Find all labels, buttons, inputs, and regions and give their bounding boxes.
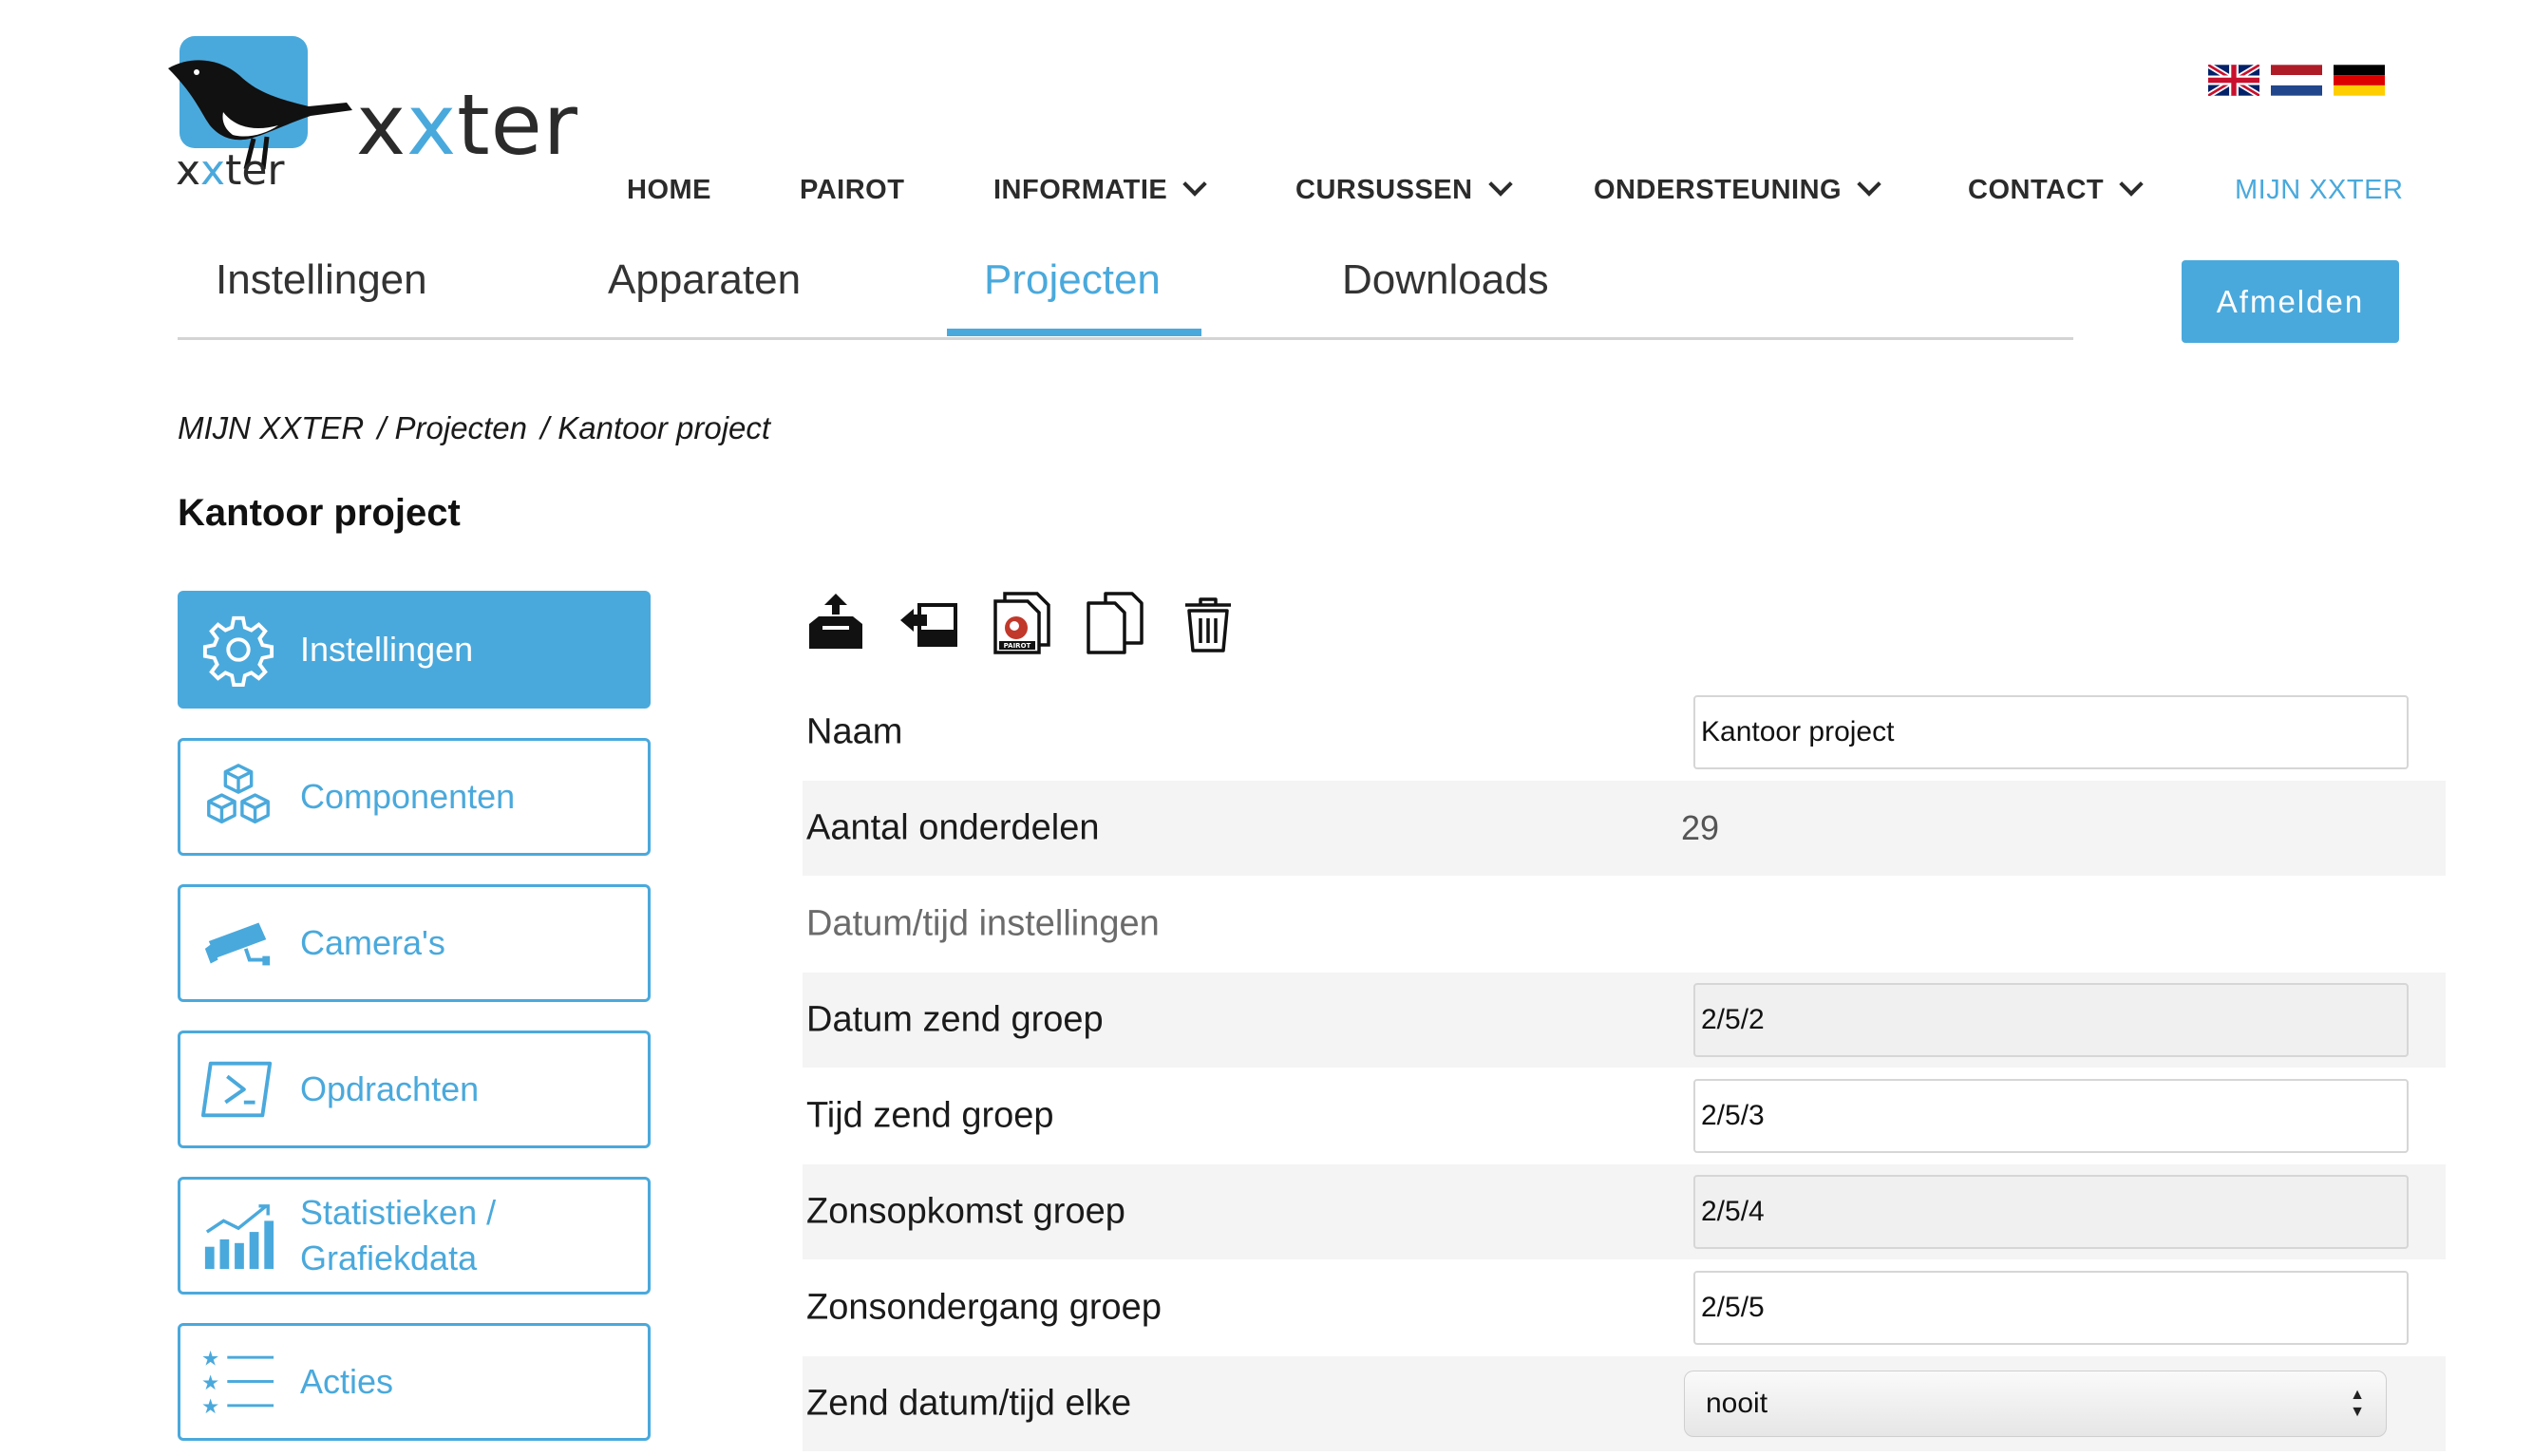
star-list-icon: ★ ★ ★ (201, 1345, 275, 1419)
tab-projecten[interactable]: Projecten (984, 256, 1161, 304)
sidebar-item-label: Statistieken / Grafiekdata (300, 1190, 496, 1281)
sidebar-item-label: Componenten (300, 777, 516, 816)
nav-pairot-label: PAIROT (800, 175, 905, 205)
account-tabs: Instellingen Apparaten Projecten Downloa… (178, 237, 2073, 340)
netherlands-flag-icon[interactable] (2271, 65, 2322, 96)
tab-instellingen[interactable]: Instellingen (216, 256, 427, 304)
sidebar-item-label: Instellingen (300, 630, 474, 669)
terminal-icon (201, 1052, 275, 1126)
nav-mijn-xxter-label: MIJN XXTER (2235, 175, 2404, 205)
sidebar-item-label: Camera's (300, 923, 445, 962)
nav-informatie[interactable]: INFORMATIE (993, 172, 1208, 206)
pairot-badge-label: PAIROT (1004, 642, 1031, 650)
naam-label: Naam (806, 711, 903, 752)
xxter-logo[interactable]: xxter xxter (166, 36, 584, 198)
nav-contact[interactable]: CONTACT (1968, 172, 2144, 206)
cubes-icon (201, 760, 275, 834)
sidebar-item-label: Acties (300, 1362, 394, 1401)
row-aantal-onderdelen: Aantal onderdelen 29 (803, 781, 2446, 876)
row-zonsondergang-groep: Zonsondergang groep (803, 1260, 2446, 1355)
tab-downloads[interactable]: Downloads (1342, 256, 1549, 304)
tab-apparaten[interactable]: Apparaten (608, 256, 801, 304)
breadcrumb-projecten[interactable]: / Projecten (377, 410, 527, 445)
zonsondergang-groep-label: Zonsondergang groep (806, 1287, 1162, 1328)
nav-informatie-label: INFORMATIE (993, 175, 1168, 205)
zonsondergang-groep-input[interactable] (1693, 1271, 2409, 1345)
zonsopkomst-groep-label: Zonsopkomst groep (806, 1191, 1125, 1232)
sidebar-item-opdrachten[interactable]: Opdrachten (178, 1031, 651, 1148)
nav-ondersteuning[interactable]: ONDERSTEUNING (1594, 172, 1881, 206)
breadcrumb: MIJN XXTER / Projecten / Kantoor project (178, 410, 784, 446)
datum-zend-groep-label: Datum zend groep (806, 999, 1104, 1040)
row-zend-datum-tijd-elke: Zend datum/tijd elke nooit ▲ ▼ (803, 1356, 2446, 1451)
logo-wordmark: xxter (356, 76, 578, 174)
language-flags (2208, 65, 2385, 96)
nav-pairot[interactable]: PAIROT (800, 175, 904, 206)
zend-interval-select[interactable]: nooit ▲ ▼ (1684, 1371, 2387, 1437)
upload-icon[interactable] (805, 592, 866, 654)
row-tijd-zend-groep: Tijd zend groep (803, 1068, 2446, 1163)
camera-icon (201, 906, 275, 980)
breadcrumb-current: / Kantoor project (539, 410, 771, 445)
zonsopkomst-groep-input[interactable] (1693, 1175, 2409, 1249)
nav-contact-label: CONTACT (1968, 175, 2105, 205)
row-naam: Naam (803, 685, 2446, 780)
aantal-onderdelen-value: 29 (1681, 808, 1720, 847)
zend-interval-selected-value: nooit (1706, 1388, 1768, 1419)
trash-icon[interactable] (1178, 592, 1238, 654)
sidebar-item-statistieken[interactable]: Statistieken / Grafiekdata (178, 1177, 651, 1295)
datum-zend-groep-input[interactable] (1693, 983, 2409, 1057)
select-arrows-icon: ▲ ▼ (2350, 1387, 2365, 1420)
sidebar-item-cameras[interactable]: Camera's (178, 884, 651, 1002)
chevron-down-icon (1182, 172, 1208, 197)
sidebar-item-label: Opdrachten (300, 1069, 480, 1108)
row-zonsopkomst-groep: Zonsopkomst groep (803, 1164, 2446, 1259)
section-heading-datum-tijd: Datum/tijd instellingen (806, 903, 1160, 944)
logout-button[interactable]: Afmelden (2182, 260, 2399, 343)
nav-home-label: HOME (627, 175, 711, 205)
naam-input[interactable] (1693, 695, 2409, 769)
aantal-onderdelen-label: Aantal onderdelen (806, 807, 1100, 848)
page-title: Kantoor project (178, 492, 461, 534)
import-icon[interactable] (898, 592, 959, 654)
chevron-down-icon (1857, 172, 1881, 197)
germany-flag-icon[interactable] (2334, 65, 2385, 96)
nav-cursussen[interactable]: CURSUSSEN (1295, 172, 1513, 206)
bar-chart-icon (201, 1199, 275, 1273)
svg-text:★: ★ (201, 1371, 219, 1395)
sidebar-item-label-line2: Grafiekdata (300, 1239, 478, 1277)
project-toolbar: PAIROT (805, 592, 1238, 654)
tijd-zend-groep-label: Tijd zend groep (806, 1095, 1054, 1136)
nav-cursussen-label: CURSUSSEN (1295, 175, 1473, 205)
sidebar-item-label-line1: Statistieken / (300, 1193, 497, 1232)
sidebar-item-acties[interactable]: ★ ★ ★ Acties (178, 1323, 651, 1441)
sidebar-item-instellingen[interactable]: Instellingen (178, 591, 651, 709)
chevron-down-icon (2119, 172, 2144, 197)
pairot-document-icon[interactable]: PAIROT (992, 592, 1052, 654)
row-section-datum-tijd: Datum/tijd instellingen (803, 877, 2446, 972)
row-datum-zend-groep: Datum zend groep (803, 973, 2446, 1068)
uk-flag-icon[interactable] (2208, 65, 2259, 96)
nav-mijn-xxter[interactable]: MIJN XXTER (2235, 175, 2403, 206)
chevron-down-icon (1487, 172, 1513, 197)
svg-text:★: ★ (201, 1347, 219, 1371)
copy-icon[interactable] (1085, 592, 1145, 654)
sidebar-item-componenten[interactable]: Componenten (178, 738, 651, 856)
logo-wordmark-small: xxter (176, 146, 285, 195)
svg-text:★: ★ (201, 1395, 219, 1419)
breadcrumb-mijn-xxter[interactable]: MIJN XXTER (178, 410, 364, 445)
zend-datum-tijd-elke-label: Zend datum/tijd elke (806, 1383, 1132, 1424)
active-tab-indicator (947, 329, 1201, 336)
nav-ondersteuning-label: ONDERSTEUNING (1594, 175, 1843, 205)
tijd-zend-groep-input[interactable] (1693, 1079, 2409, 1153)
nav-home[interactable]: HOME (627, 175, 711, 206)
gear-icon (201, 613, 275, 687)
